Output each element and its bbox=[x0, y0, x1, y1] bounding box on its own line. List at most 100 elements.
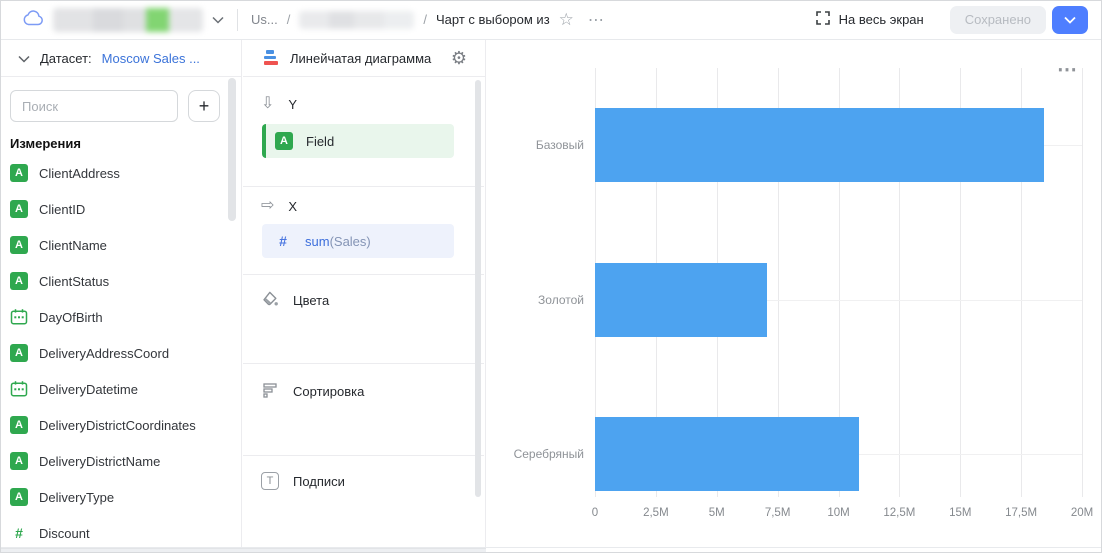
string-field-icon: A bbox=[10, 200, 28, 218]
field-name: DeliveryDistrictName bbox=[39, 454, 160, 469]
sort-icon bbox=[261, 381, 279, 402]
x-field-function: sum bbox=[305, 234, 330, 249]
redacted-workspace-name bbox=[53, 8, 203, 32]
string-field-icon: A bbox=[10, 452, 28, 470]
category-label: Золотой bbox=[538, 293, 584, 307]
category-label: Серебряный bbox=[514, 447, 584, 461]
field-name: ClientID bbox=[39, 202, 85, 217]
field-name: DeliveryType bbox=[39, 490, 114, 505]
saved-button[interactable]: Сохранено bbox=[950, 6, 1046, 34]
field-item-DeliveryType[interactable]: A DeliveryType bbox=[0, 479, 241, 515]
field-item-ClientAddress[interactable]: A ClientAddress bbox=[0, 155, 241, 191]
string-field-icon: A bbox=[10, 236, 28, 254]
x-axis-tick-label: 7,5M bbox=[765, 507, 791, 519]
chart-settings-panel: Линейчатая диаграмма ⚙ ⇩ Y A Field ⇨ X #… bbox=[243, 40, 486, 553]
field-item-ClientName[interactable]: AClientName bbox=[0, 227, 241, 263]
breadcrumb-separator: / bbox=[423, 12, 427, 27]
sort-section[interactable]: Сортировка bbox=[261, 381, 364, 401]
measures-section-title: Измерения bbox=[10, 136, 81, 151]
field-item-ClientID[interactable]: A ClientID bbox=[0, 191, 241, 227]
fullscreen-button[interactable]: На весь экран bbox=[816, 11, 924, 28]
category-label: Базовый bbox=[536, 138, 584, 152]
x-section-header: ⇨ X bbox=[261, 196, 297, 216]
field-item-Discount[interactable]: #Discount bbox=[0, 515, 241, 551]
arrow-right-icon: ⇨ bbox=[261, 198, 274, 214]
field-name: DayOfBirth bbox=[39, 310, 103, 325]
favorite-star-icon[interactable]: ☆ bbox=[559, 11, 574, 28]
gridline bbox=[1082, 68, 1083, 497]
add-field-button[interactable]: + bbox=[188, 90, 220, 122]
field-item-DeliveryAddressCoord[interactable]: ADeliveryAddressCoord bbox=[0, 335, 241, 371]
bar-Серебряный[interactable] bbox=[595, 417, 859, 491]
string-field-icon: A bbox=[10, 344, 28, 362]
x-axis-tick-label: 5M bbox=[709, 507, 725, 519]
panel-scrollbar[interactable] bbox=[475, 80, 481, 497]
string-field-icon: A bbox=[10, 272, 28, 290]
field-item-DayOfBirth[interactable]: DayOfBirth bbox=[0, 299, 241, 335]
chart-title: Чарт с выбором из bbox=[436, 12, 550, 27]
bar-Базовый[interactable] bbox=[595, 108, 1044, 182]
x-axis-tick-label: 2,5M bbox=[643, 507, 669, 519]
chart-type-selector[interactable]: Линейчатая диаграмма ⚙ bbox=[243, 40, 485, 77]
workspace-selector[interactable] bbox=[22, 8, 224, 32]
string-field-icon: A bbox=[10, 164, 28, 182]
section-divider bbox=[243, 363, 484, 364]
fullscreen-icon bbox=[816, 11, 830, 28]
field-name: DeliveryDistrictCoordinates bbox=[39, 418, 196, 433]
bar-Золотой[interactable] bbox=[595, 263, 767, 337]
arrow-down-icon: ⇩ bbox=[261, 96, 274, 112]
section-divider bbox=[243, 186, 484, 187]
colors-section-label: Цвета bbox=[293, 293, 329, 308]
string-field-icon: A bbox=[10, 488, 28, 506]
save-dropdown-button[interactable] bbox=[1052, 6, 1088, 34]
sort-section-label: Сортировка bbox=[293, 384, 364, 399]
plot-area: 02,5M5M7,5M10M12,5M15M17,5M20M bbox=[595, 68, 1082, 491]
cloud-icon bbox=[22, 10, 44, 29]
sidebar-scrollbar[interactable] bbox=[228, 78, 236, 221]
breadcrumb-separator: / bbox=[287, 12, 291, 27]
labels-section[interactable]: T Подписи bbox=[261, 471, 345, 491]
dataset-selector[interactable]: Датасет: Moscow Sales ... bbox=[0, 40, 241, 77]
dataset-name-link[interactable]: Moscow Sales ... bbox=[102, 51, 200, 66]
x-axis-tick-label: 20M bbox=[1071, 507, 1093, 519]
field-item-DeliveryDistrictCoordinates[interactable]: A DeliveryDistrictCoordinates bbox=[0, 407, 241, 443]
field-item-DeliveryDatetime[interactable]: DeliveryDatetime bbox=[0, 371, 241, 407]
paint-bucket-icon bbox=[261, 290, 279, 311]
x-field-chip[interactable]: # sum(Sales) bbox=[262, 224, 454, 258]
x-axis-tick-label: 15M bbox=[949, 507, 971, 519]
search-input[interactable] bbox=[10, 90, 178, 122]
fullscreen-label: На весь экран bbox=[839, 12, 924, 27]
x-field-argument: (Sales) bbox=[330, 234, 371, 249]
dataset-label: Датасет: bbox=[40, 51, 92, 66]
breadcrumb-root[interactable]: Us... bbox=[251, 12, 278, 27]
field-name: ClientAddress bbox=[39, 166, 120, 181]
x-axis-tick-label: 0 bbox=[592, 507, 598, 519]
y-field-name: Field bbox=[306, 134, 334, 149]
x-axis-tick-label: 17,5M bbox=[1005, 507, 1037, 519]
section-divider bbox=[243, 274, 484, 275]
horizontal-scrollbar[interactable] bbox=[0, 548, 486, 553]
field-item-ClientStatus[interactable]: A ClientStatus bbox=[0, 263, 241, 299]
field-list: AClientAddressAClientIDAClientNameAClien… bbox=[0, 155, 241, 551]
field-item-DeliveryDistrictName[interactable]: A DeliveryDistrictName bbox=[0, 443, 241, 479]
topbar-divider bbox=[237, 9, 238, 31]
y-section-label: Y bbox=[288, 97, 297, 112]
string-field-icon: A bbox=[10, 416, 28, 434]
y-section-header: ⇩ Y bbox=[261, 94, 297, 114]
y-field-chip[interactable]: A Field bbox=[262, 124, 454, 158]
x-section-label: X bbox=[288, 199, 297, 214]
labels-section-label: Подписи bbox=[293, 474, 345, 489]
date-field-icon bbox=[10, 308, 28, 326]
top-bar: Us... / / Чарт с выбором из ☆ ⋯ На весь … bbox=[0, 0, 1102, 40]
string-field-icon: A bbox=[275, 132, 293, 150]
colors-section[interactable]: Цвета bbox=[261, 290, 329, 310]
redacted-folder-name[interactable] bbox=[299, 11, 414, 29]
text-label-icon: T bbox=[261, 472, 279, 490]
chart-preview: ⋯ БазовыйЗолотойСеребряный 02,5M5M7,5M10… bbox=[487, 40, 1102, 553]
x-axis-tick-label: 12,5M bbox=[883, 507, 915, 519]
chart-type-label: Линейчатая диаграмма bbox=[290, 51, 440, 66]
category-axis-labels: Базовый Золотой Серебряный bbox=[487, 68, 584, 491]
more-actions-icon[interactable]: ⋯ bbox=[588, 10, 605, 30]
field-name: ClientStatus bbox=[39, 274, 109, 289]
gear-icon[interactable]: ⚙ bbox=[451, 49, 467, 67]
